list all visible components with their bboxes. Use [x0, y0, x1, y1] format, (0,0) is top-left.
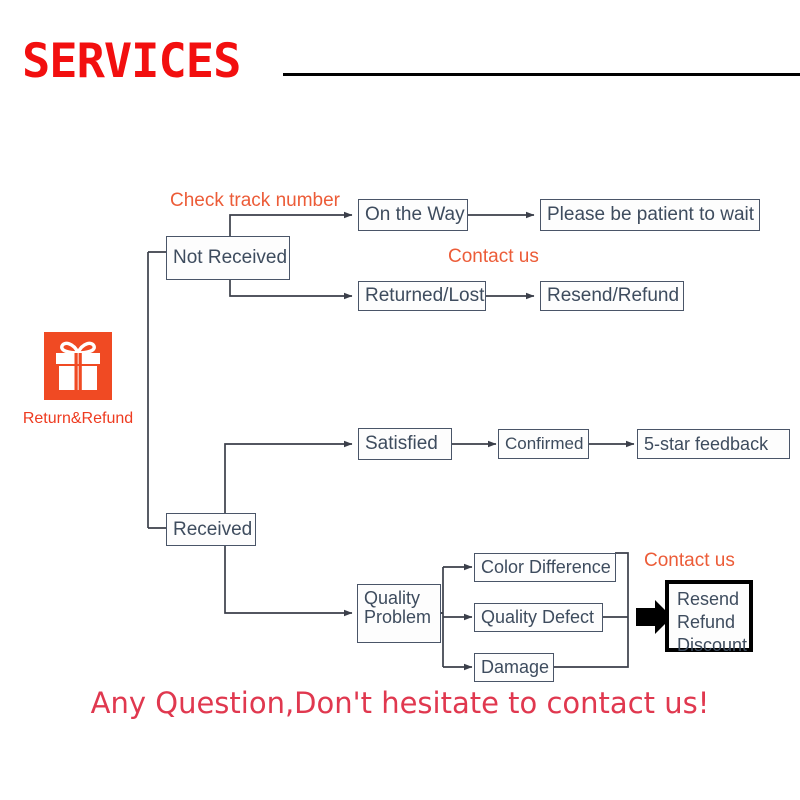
node-received[interactable]: Received [166, 513, 256, 546]
node-on-the-way[interactable]: On the Way [358, 199, 468, 231]
node-please-be-patient[interactable]: Please be patient to wait [540, 199, 760, 231]
annotation-check-track-number: Check track number [170, 190, 341, 211]
node-confirmed[interactable]: Confirmed [498, 429, 589, 459]
gift-caption: Return&Refund [22, 410, 134, 427]
node-quality-problem[interactable]: Quality Problem [357, 584, 441, 643]
node-satisfied[interactable]: Satisfied [358, 428, 452, 460]
gift-box-icon [44, 332, 112, 400]
node-not-received[interactable]: Not Received [166, 236, 290, 280]
services-infographic: SERVICES Return&Refund Check track numbe… [0, 0, 800, 800]
node-5-star-feedback[interactable]: 5-star feedback [637, 429, 790, 459]
annotation-contact-us-bottom: Contact us [644, 550, 735, 571]
node-color-difference[interactable]: Color Difference [474, 553, 616, 582]
node-damage[interactable]: Damage [474, 653, 554, 682]
node-quality-defect[interactable]: Quality Defect [474, 603, 603, 632]
page-title: SERVICES [22, 34, 241, 89]
annotation-contact-us-top: Contact us [448, 246, 539, 267]
header-divider-rule [283, 73, 800, 76]
return-refund-badge: Return&Refund [8, 332, 148, 428]
node-resend-refund[interactable]: Resend/Refund [540, 281, 684, 311]
footer-slogan: Any Question,Don't hesitate to contact u… [90, 686, 710, 720]
node-resend-refund-discount[interactable]: Resend Refund Discount [665, 580, 753, 655]
node-returned-lost[interactable]: Returned/Lost [358, 281, 486, 311]
